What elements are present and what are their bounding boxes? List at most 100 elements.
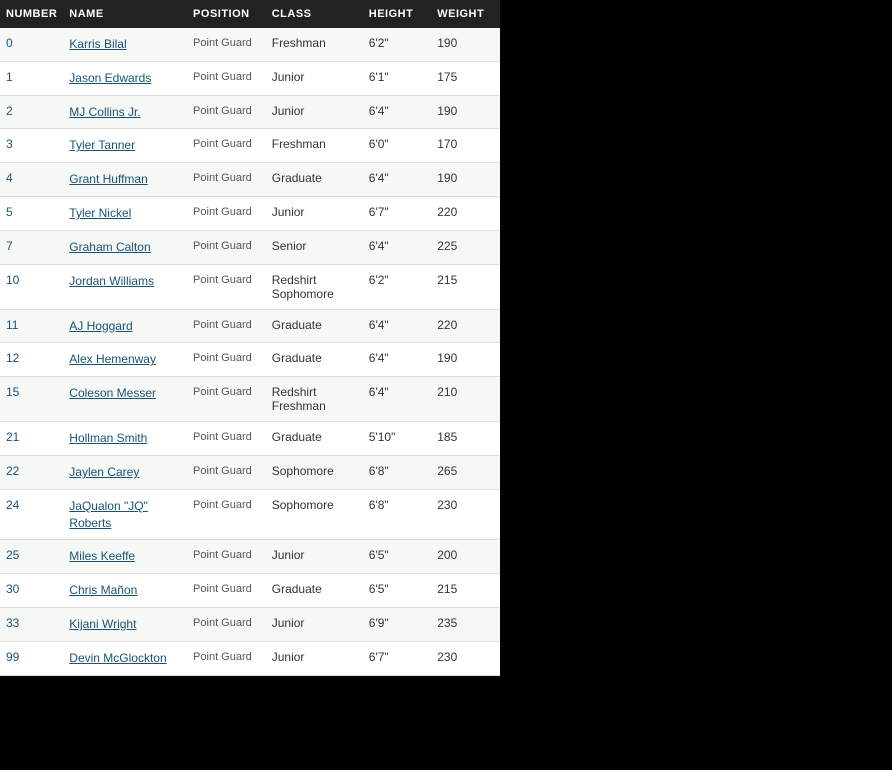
table-row: 33Kijani WrightPoint GuardJunior6'9"235: [0, 607, 500, 641]
table-row: 10 Jordan Williams Point GuardRedshirt Sop…: [0, 264, 500, 309]
player-weight: 265: [431, 455, 500, 489]
player-weight: 200: [431, 540, 500, 574]
player-number[interactable]: 24: [6, 498, 19, 512]
player-name-link[interactable]: JaQualon "JQ" Roberts: [69, 499, 148, 530]
player-name-link[interactable]: Tyler Nickel: [69, 206, 131, 220]
player-number[interactable]: 25: [6, 548, 19, 562]
table-row: 2MJ Collins Jr.Point GuardJunior6'4"190: [0, 95, 500, 129]
player-number[interactable]: 2: [6, 104, 13, 118]
player-height: 6'4": [363, 377, 431, 422]
player-height: 6'7": [363, 196, 431, 230]
player-name-link[interactable]: Chris Mañon: [69, 583, 137, 597]
player-name-link[interactable]: Jaylen Carey: [69, 465, 139, 479]
table-row: 4Grant HuffmanPoint GuardGraduate6'4"190: [0, 163, 500, 197]
player-number[interactable]: 0: [6, 36, 13, 50]
player-name-link[interactable]: AJ Hoggard: [69, 319, 132, 333]
player-name-link[interactable]: Devin McGlockton: [69, 651, 166, 665]
player-name-link[interactable]: Kijani Wright: [69, 617, 136, 631]
col-height: HEIGHT: [363, 0, 431, 28]
player-number[interactable]: 11: [6, 318, 18, 332]
player-weight: 185: [431, 422, 500, 456]
player-name-link[interactable]: Graham Calton: [69, 240, 150, 254]
player-class: Graduate: [266, 422, 363, 456]
player-position: Point Guard: [187, 28, 266, 61]
player-height: 6'4": [363, 309, 431, 343]
player-number[interactable]: 21: [6, 430, 19, 444]
player-position: Point Guard: [187, 230, 266, 264]
player-weight: 230: [431, 641, 500, 675]
player-name-link[interactable]: MJ Collins Jr.: [69, 105, 140, 119]
table-row: 15Coleson MesserPoint GuardRedshirt Fres…: [0, 377, 500, 422]
table-row: 12Alex HemenwayPoint GuardGraduate6'4"19…: [0, 343, 500, 377]
player-height: 6'9": [363, 607, 431, 641]
player-position: Point Guard: [187, 129, 266, 163]
player-number[interactable]: 3: [6, 137, 13, 151]
player-name-link[interactable]: Karris Bilal: [69, 37, 126, 51]
player-number[interactable]: 30: [6, 582, 19, 596]
player-weight: 215: [431, 574, 500, 608]
player-position: Point Guard: [187, 309, 266, 343]
player-weight: 220: [431, 309, 500, 343]
player-number[interactable]: 15: [6, 385, 19, 399]
player-height: 6'4": [363, 95, 431, 129]
player-height: 6'4": [363, 163, 431, 197]
player-class: Junior: [266, 61, 363, 95]
player-number[interactable]: 12: [6, 351, 19, 365]
player-weight: 190: [431, 28, 500, 61]
table-row: 99Devin McGlocktonPoint GuardJunior6'7"2…: [0, 641, 500, 675]
roster-table-container: NUMBER NAME POSITION CLASS HEIGHT WEIGHT…: [0, 0, 500, 676]
player-name-link[interactable]: Tyler Tanner: [69, 138, 135, 152]
col-position: POSITION: [187, 0, 266, 28]
player-name-link[interactable]: Coleson Messer: [69, 386, 156, 400]
player-number[interactable]: 1: [6, 70, 13, 84]
player-number[interactable]: 4: [6, 171, 13, 185]
player-height: 6'5": [363, 574, 431, 608]
player-position: Point Guard: [187, 422, 266, 456]
table-row: 7 Graham Calton Point GuardSenior6'4"225: [0, 230, 500, 264]
player-weight: 225: [431, 230, 500, 264]
col-number: NUMBER: [0, 0, 63, 28]
player-position: Point Guard: [187, 163, 266, 197]
player-class: Redshirt Sophomore: [266, 264, 363, 309]
player-class: Junior: [266, 540, 363, 574]
player-class: Graduate: [266, 163, 363, 197]
roster-table: NUMBER NAME POSITION CLASS HEIGHT WEIGHT…: [0, 0, 500, 676]
player-number[interactable]: 99: [6, 650, 19, 664]
player-height: 6'5": [363, 540, 431, 574]
player-position: Point Guard: [187, 264, 266, 309]
player-weight: 170: [431, 129, 500, 163]
player-name-link[interactable]: Alex Hemenway: [69, 352, 156, 366]
player-weight: 190: [431, 95, 500, 129]
player-class: Junior: [266, 607, 363, 641]
player-height: 6'8": [363, 489, 431, 540]
player-height: 6'1": [363, 61, 431, 95]
col-name: NAME: [63, 0, 187, 28]
player-weight: 190: [431, 343, 500, 377]
col-weight: WEIGHT: [431, 0, 500, 28]
player-number[interactable]: 10: [6, 273, 19, 287]
player-weight: 215: [431, 264, 500, 309]
player-position: Point Guard: [187, 196, 266, 230]
player-name-link[interactable]: Jason Edwards: [69, 71, 151, 85]
player-name-link[interactable]: Hollman Smith: [69, 431, 147, 445]
player-height: 5'10": [363, 422, 431, 456]
player-number[interactable]: 22: [6, 464, 19, 478]
player-name-link[interactable]: Jordan Williams: [69, 274, 154, 288]
player-class: Senior: [266, 230, 363, 264]
player-height: 6'8": [363, 455, 431, 489]
player-class: Junior: [266, 95, 363, 129]
player-name-link[interactable]: Miles Keeffe: [69, 549, 135, 563]
player-position: Point Guard: [187, 455, 266, 489]
player-position: Point Guard: [187, 641, 266, 675]
player-number[interactable]: 33: [6, 616, 19, 630]
player-height: 6'4": [363, 230, 431, 264]
player-weight: 175: [431, 61, 500, 95]
player-name-link[interactable]: Grant Huffman: [69, 172, 147, 186]
player-height: 6'2": [363, 28, 431, 61]
player-number[interactable]: 5: [6, 205, 13, 219]
player-number[interactable]: 7: [6, 239, 13, 253]
table-row: 21 Hollman Smith Point GuardGraduate5'10"1…: [0, 422, 500, 456]
player-position: Point Guard: [187, 343, 266, 377]
player-weight: 230: [431, 489, 500, 540]
player-class: Junior: [266, 196, 363, 230]
